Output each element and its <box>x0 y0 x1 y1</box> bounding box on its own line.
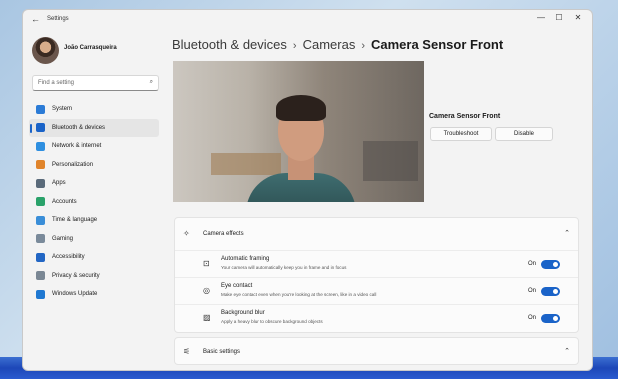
basic-settings-header[interactable]: ⚟ Basic settings ⌃ <box>175 338 578 366</box>
shield-icon <box>36 271 45 281</box>
sidebar-item-label: Privacy & security <box>52 272 100 279</box>
camera-background-shelf <box>211 153 281 175</box>
breadcrumb: Bluetooth & devices › Cameras › Camera Senso… <box>172 37 503 52</box>
update-icon <box>36 289 45 299</box>
breadcrumb-separator: › <box>292 40 297 52</box>
setting-description: Make eye contact even when you're lookin… <box>221 292 377 297</box>
title-bar: ← Settings — ☐ ✕ <box>23 10 592 30</box>
brush-icon <box>36 160 45 170</box>
breadcrumb-separator: › <box>361 40 365 52</box>
breadcrumb-item-bluetooth[interactable]: Bluetooth & devices <box>172 37 287 52</box>
breadcrumb-item-cameras[interactable]: Cameras <box>303 37 356 52</box>
toggle-knob <box>553 262 558 267</box>
sidebar-item-accessibility[interactable]: Accessibility <box>29 248 159 267</box>
system-icon <box>36 104 45 114</box>
close-icon[interactable]: ✕ <box>569 13 587 22</box>
globe-icon <box>36 215 45 225</box>
gamepad-icon <box>36 234 45 244</box>
toggle-knob <box>553 316 558 321</box>
toggle-switch[interactable] <box>541 287 560 296</box>
app-title: Settings <box>47 16 69 22</box>
toggle-state-label: On <box>527 315 536 321</box>
active-indicator <box>30 123 32 133</box>
toggle-switch[interactable] <box>541 314 560 323</box>
sidebar-item-label: Gaming <box>52 235 74 242</box>
search-icon[interactable]: ⌕ <box>150 79 153 86</box>
sidebar-item-windows-update[interactable]: Windows Update <box>29 285 159 304</box>
setting-description: Apply a heavy blur to obscure background… <box>221 319 323 324</box>
camera-effects-panel: ✧ Camera effects ⌃ ⊡ Automatic framing You… <box>174 217 579 333</box>
chevron-up-icon[interactable]: ⌃ <box>564 347 570 355</box>
sidebar-item-time-language[interactable]: Time & language <box>29 211 159 230</box>
minimize-icon[interactable]: — <box>532 13 550 22</box>
eye-contact-icon: ◎ <box>203 286 210 295</box>
basic-settings-title: Basic settings <box>203 349 241 355</box>
setting-description: Your camera will automatically keep you … <box>221 265 347 270</box>
eye-contact-row: ◎ Eye contact Make eye contact even when y… <box>175 277 578 303</box>
chevron-up-icon[interactable]: ⌃ <box>564 229 570 237</box>
sidebar-nav: System Bluetooth & devices Network & inter… <box>29 100 159 304</box>
sidebar-item-label: Bluetooth & devices <box>52 124 106 131</box>
troubleshoot-button[interactable]: Troubleshoot <box>430 127 492 141</box>
sparkle-icon: ✧ <box>183 229 190 238</box>
toggle-knob <box>553 289 558 294</box>
camera-name: Camera Sensor Front <box>429 113 501 120</box>
framing-row: ⊡ Automatic framing Your camera will autom… <box>175 250 578 276</box>
accessibility-icon <box>36 252 45 262</box>
network-icon <box>36 141 45 151</box>
search-input[interactable]: Find a setting ⌕ <box>32 75 159 91</box>
sidebar-item-label: Apps <box>52 180 66 187</box>
back-arrow-icon[interactable]: ← <box>31 14 40 24</box>
basic-settings-panel[interactable]: ⚟ Basic settings ⌃ <box>174 337 579 365</box>
settings-window: ← Settings — ☐ ✕ João Carrasqueira Find … <box>22 9 593 371</box>
sidebar-item-label: Time & language <box>52 217 98 224</box>
sidebar-item-accounts[interactable]: Accounts <box>29 193 159 212</box>
sidebar-item-label: Accounts <box>52 198 77 205</box>
bluetooth-icon <box>36 123 45 133</box>
setting-title: Background blur <box>221 310 265 316</box>
sidebar-item-personalization[interactable]: Personalization <box>29 156 159 175</box>
camera-preview <box>173 61 424 202</box>
sidebar-item-label: System <box>52 106 73 113</box>
sidebar-item-label: Personalization <box>52 161 94 168</box>
sidebar-item-bluetooth-devices[interactable]: Bluetooth & devices <box>29 118 159 137</box>
sidebar-item-label: Network & internet <box>52 143 102 150</box>
page-title: Camera Sensor Front <box>371 37 504 52</box>
user-name: João Carrasqueira <box>64 45 117 51</box>
camera-effects-header[interactable]: ✧ Camera effects ⌃ <box>175 218 578 250</box>
toggle-state-label: On <box>527 288 536 294</box>
setting-title: Automatic framing <box>221 256 270 262</box>
accounts-icon <box>36 197 45 207</box>
sidebar-item-label: Accessibility <box>52 254 85 261</box>
sidebar-item-gaming[interactable]: Gaming <box>29 230 159 249</box>
camera-effects-title: Camera effects <box>203 231 244 237</box>
sidebar-item-network-internet[interactable]: Network & internet <box>29 137 159 156</box>
maximize-icon[interactable]: ☐ <box>550 13 568 22</box>
sidebar-item-privacy-security[interactable]: Privacy & security <box>29 267 159 286</box>
setting-title: Eye contact <box>221 283 253 289</box>
toggle-switch[interactable] <box>541 260 560 269</box>
apps-icon <box>36 178 45 188</box>
sidebar-item-system[interactable]: System <box>29 100 159 119</box>
camera-subject-hair <box>276 95 326 121</box>
search-placeholder: Find a setting <box>38 80 75 86</box>
background-blur-row: ▨ Background blur Apply a heavy blur to ob… <box>175 304 578 330</box>
toggle-state-label: On <box>527 261 536 267</box>
camera-background-object <box>363 141 418 181</box>
sidebar-item-apps[interactable]: Apps <box>29 174 159 193</box>
avatar[interactable] <box>32 37 59 64</box>
sidebar-item-label: Windows Update <box>52 291 98 298</box>
framing-icon: ⊡ <box>203 259 210 268</box>
disable-button[interactable]: Disable <box>495 127 553 141</box>
sliders-icon: ⚟ <box>183 347 191 356</box>
background-blur-icon: ▨ <box>203 313 211 322</box>
